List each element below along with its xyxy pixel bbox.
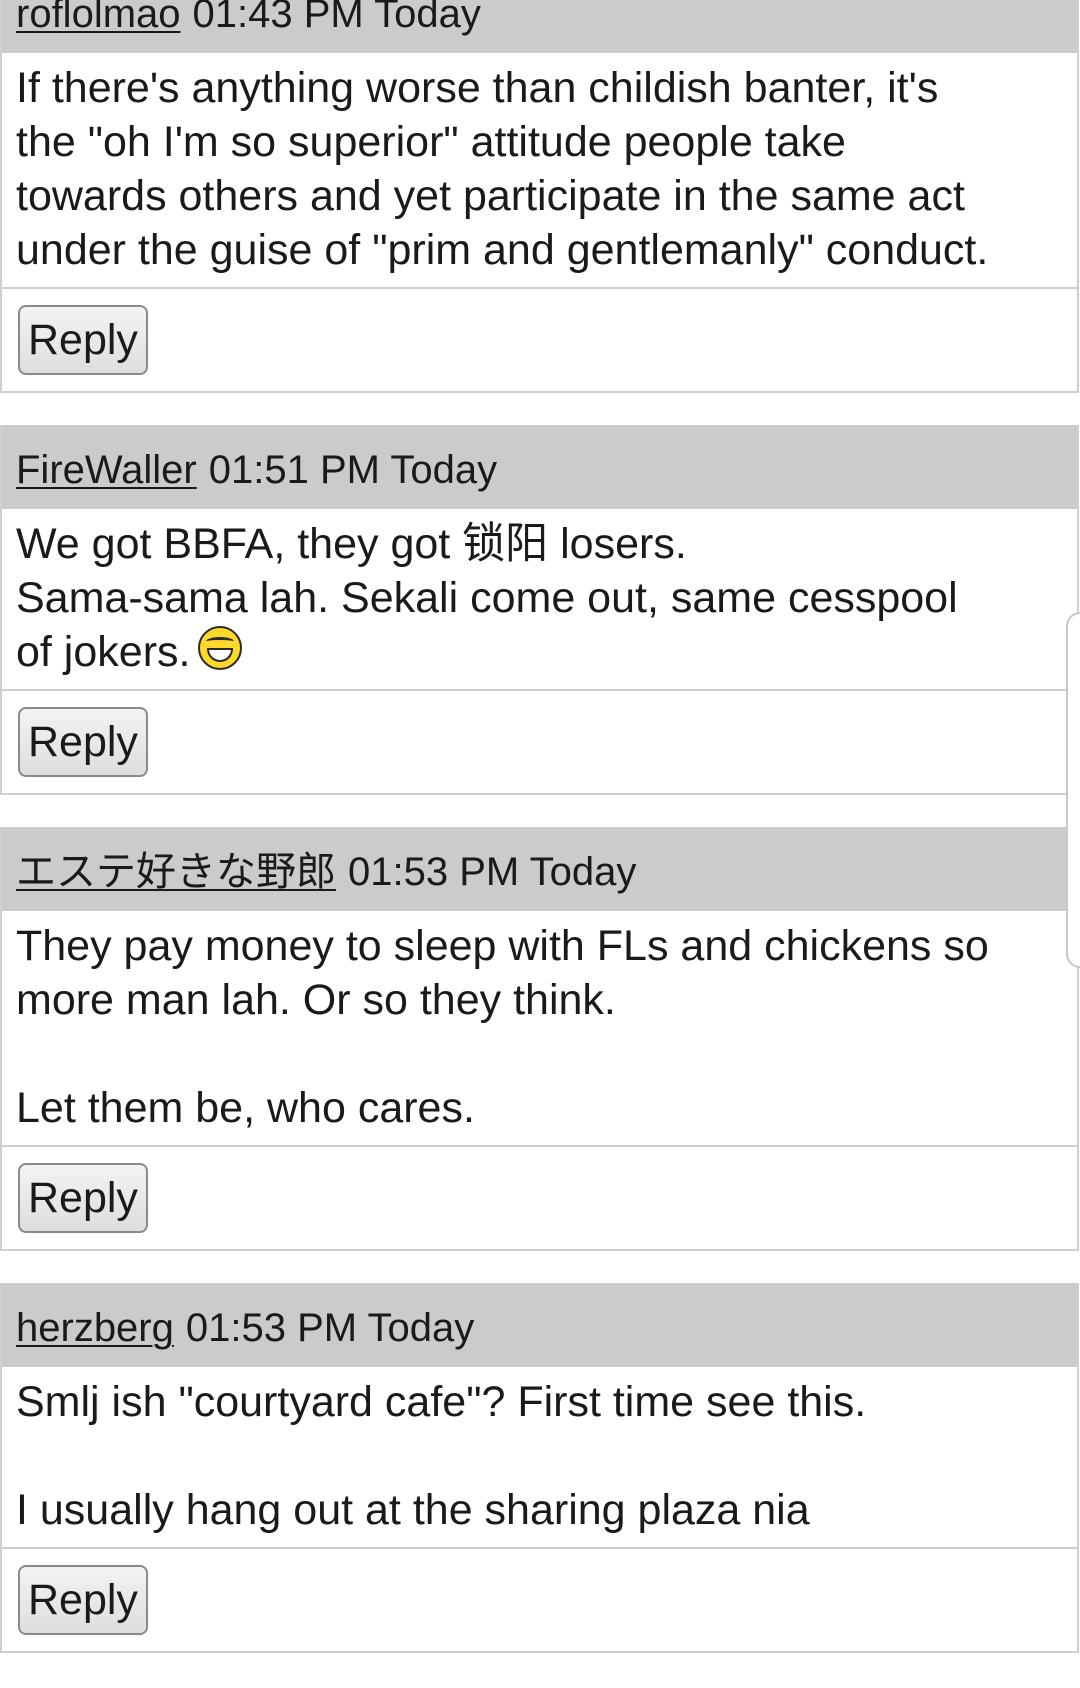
reply-button[interactable]: Reply xyxy=(18,1565,148,1635)
grinning-face-icon xyxy=(198,626,243,670)
comment-header: roflolmao 01:43 PM Today xyxy=(2,0,1077,53)
reply-button[interactable]: Reply xyxy=(18,305,148,375)
comment-header: エステ好きな野郎 01:53 PM Today xyxy=(2,827,1077,911)
comment-text-line: Sama-sama lah. Sekali come out, same ces… xyxy=(16,574,958,622)
comment-header: FireWaller 01:51 PM Today xyxy=(2,425,1077,509)
comment-actions: Reply xyxy=(2,289,1077,391)
author-link[interactable]: roflolmao xyxy=(16,0,181,53)
comment-body: We got BBFA, they got 锁阳 losers. Sama-sa… xyxy=(2,509,1077,691)
comment-header: herzberg 01:53 PM Today xyxy=(2,1283,1077,1367)
comment-actions: Reply xyxy=(2,1147,1077,1249)
comment: herzberg 01:53 PM Today Smlj ish "courty… xyxy=(0,1283,1079,1653)
reply-button[interactable]: Reply xyxy=(18,707,148,777)
comment-timestamp: 01:51 PM Today xyxy=(208,448,498,492)
author-link[interactable]: FireWaller xyxy=(16,431,197,509)
comment-text-line: of jokers. xyxy=(16,628,191,676)
comment-actions: Reply xyxy=(2,691,1077,793)
comment-body: They pay money to sleep with FLs and chi… xyxy=(2,911,1077,1147)
comment: FireWaller 01:51 PM Today We got BBFA, t… xyxy=(0,425,1079,795)
comment-body: Smlj ish "courtyard cafe"? First time se… xyxy=(2,1367,1077,1549)
comment-timestamp: 01:53 PM Today xyxy=(185,1306,475,1350)
comment-actions: Reply xyxy=(2,1549,1077,1651)
author-link[interactable]: エステ好きな野郎 xyxy=(16,833,336,911)
comment-body: If there's anything worse than childish … xyxy=(2,53,1077,289)
comment: エステ好きな野郎 01:53 PM Today They pay money t… xyxy=(0,827,1079,1251)
scrollbar[interactable] xyxy=(1066,612,1080,968)
comment-feed: roflolmao 01:43 PM Today If there's anyt… xyxy=(0,0,1079,1685)
comment-timestamp: 01:53 PM Today xyxy=(348,850,637,894)
author-link[interactable]: herzberg xyxy=(16,1289,174,1367)
comment-timestamp: 01:43 PM Today xyxy=(192,0,481,36)
reply-button[interactable]: Reply xyxy=(18,1163,148,1233)
comment: roflolmao 01:43 PM Today If there's anyt… xyxy=(0,0,1079,393)
comment-text-line: We got BBFA, they got 锁阳 losers. xyxy=(16,520,687,568)
